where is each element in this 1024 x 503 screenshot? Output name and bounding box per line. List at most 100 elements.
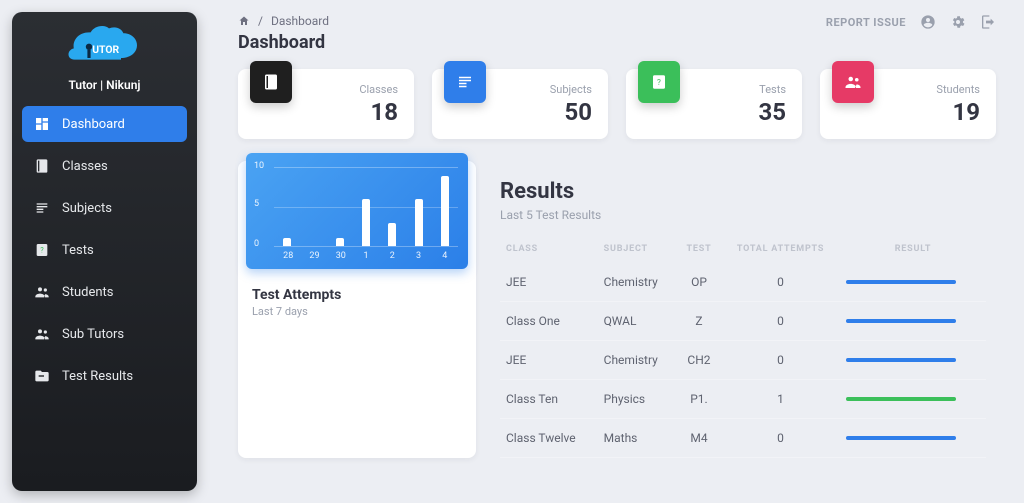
- bar: [441, 176, 449, 246]
- account-icon[interactable]: [920, 14, 936, 30]
- home-icon[interactable]: [238, 15, 250, 27]
- cell-attempts: 0: [721, 419, 840, 458]
- stat-card-students[interactable]: Students19: [820, 69, 996, 139]
- chart-card: 10 5 0 2829301234 Test Attempts Last 7 d…: [238, 161, 476, 458]
- xlabels: 2829301234: [254, 251, 458, 261]
- cell-attempts: 0: [721, 263, 840, 302]
- cell-class: Class Twelve: [500, 419, 598, 458]
- cell-subject: Physics: [598, 380, 677, 419]
- col-subject: SUBJECT: [598, 236, 677, 263]
- table-row[interactable]: Class TenPhysicsP1.1: [500, 380, 986, 419]
- bar: [388, 223, 396, 246]
- bar: [336, 238, 344, 246]
- breadcrumb: / Dashboard: [238, 14, 329, 28]
- sidebar-item-students[interactable]: Students: [22, 274, 187, 310]
- ytick: 0: [254, 239, 259, 249]
- svg-text:UTOR: UTOR: [92, 43, 119, 56]
- cell-class: Class Ten: [500, 380, 598, 419]
- col-test: TEST: [677, 236, 721, 263]
- sidebar-item-label: Sub Tutors: [62, 327, 124, 342]
- svg-text:?: ?: [657, 78, 661, 88]
- topbar: / Dashboard Dashboard REPORT ISSUE: [238, 14, 996, 53]
- logo-block: UTOR Tutor | Nikunj: [12, 26, 197, 92]
- table-row[interactable]: JEEChemistryOP0: [500, 263, 986, 302]
- quiz-icon: ?: [34, 242, 50, 258]
- cell-test: M4: [677, 419, 721, 458]
- svg-text:?: ?: [40, 246, 44, 255]
- group-tile-icon: [832, 61, 874, 103]
- cell-result: [840, 380, 986, 419]
- report-issue-link[interactable]: REPORT ISSUE: [826, 16, 906, 29]
- xtick: 4: [441, 251, 449, 261]
- cell-result: [840, 263, 986, 302]
- table-row[interactable]: Class OneQWALZ0: [500, 302, 986, 341]
- col-class: CLASS: [500, 236, 598, 263]
- table-row[interactable]: Class TwelveMathsM40: [500, 419, 986, 458]
- cell-attempts: 0: [721, 341, 840, 380]
- topbar-actions: REPORT ISSUE: [826, 14, 996, 30]
- logo-icon: UTOR: [63, 26, 147, 74]
- main-content: / Dashboard Dashboard REPORT ISSUE Class…: [210, 0, 1024, 503]
- results-table: CLASS SUBJECT TEST TOTAL ATTEMPTS RESULT…: [500, 236, 986, 458]
- subject-tile-icon: [444, 61, 486, 103]
- subject-icon: [34, 200, 50, 216]
- table-row[interactable]: JEEChemistryCH20: [500, 341, 986, 380]
- cell-subject: Chemistry: [598, 341, 677, 380]
- progress-bar: [846, 280, 956, 284]
- header-left: / Dashboard Dashboard: [238, 14, 329, 53]
- cell-test: Z: [677, 302, 721, 341]
- col-result: RESULT: [840, 236, 986, 263]
- gear-icon[interactable]: [950, 14, 966, 30]
- brand-label: Tutor | Nikunj: [69, 78, 141, 92]
- sidebar-item-dashboard[interactable]: Dashboard: [22, 106, 187, 142]
- table-body: JEEChemistryOP0Class OneQWALZ0JEEChemist…: [500, 263, 986, 458]
- cell-result: [840, 419, 986, 458]
- cell-attempts: 0: [721, 302, 840, 341]
- sidebar-item-label: Students: [62, 285, 114, 300]
- cell-attempts: 1: [721, 380, 840, 419]
- sidebar-item-subjects[interactable]: Subjects: [22, 190, 187, 226]
- stat-card-subjects[interactable]: Subjects50: [432, 69, 608, 139]
- chart-plot: 10 5 0: [254, 167, 458, 247]
- xtick: 2: [388, 251, 396, 261]
- progress-bar: [846, 319, 956, 323]
- ytick: 10: [254, 161, 264, 171]
- page-title: Dashboard: [238, 32, 329, 53]
- cell-result: [840, 302, 986, 341]
- cell-test: OP: [677, 263, 721, 302]
- progress-bar: [846, 397, 956, 401]
- breadcrumb-sep: /: [258, 14, 263, 28]
- cell-result: [840, 341, 986, 380]
- sidebar-item-tests[interactable]: ? Tests: [22, 232, 187, 268]
- progress-bar: [846, 358, 956, 362]
- folder-icon: [34, 368, 50, 384]
- logout-icon[interactable]: [980, 14, 996, 30]
- bar: [283, 238, 291, 246]
- sidebar-item-label: Classes: [62, 159, 108, 174]
- ytick: 5: [254, 199, 259, 209]
- sidebar-item-label: Tests: [62, 243, 94, 258]
- xtick: 1: [362, 251, 370, 261]
- sidebar-item-test-results[interactable]: Test Results: [22, 358, 187, 394]
- book-tile-icon: [250, 61, 292, 103]
- cell-class: Class One: [500, 302, 598, 341]
- progress-bar: [846, 436, 956, 440]
- sidebar-item-label: Subjects: [62, 201, 112, 216]
- xtick: 29: [309, 251, 317, 261]
- bars: [274, 167, 458, 247]
- stat-card-tests[interactable]: ?Tests35: [626, 69, 802, 139]
- sidebar-item-label: Test Results: [62, 369, 133, 384]
- sidebar-item-classes[interactable]: Classes: [22, 148, 187, 184]
- cell-class: JEE: [500, 341, 598, 380]
- col-attempts: TOTAL ATTEMPTS: [721, 236, 840, 263]
- breadcrumb-current: Dashboard: [271, 14, 329, 28]
- sidebar-item-sub-tutors[interactable]: Sub Tutors: [22, 316, 187, 352]
- quiz-tile-icon: ?: [638, 61, 680, 103]
- row-2: 10 5 0 2829301234 Test Attempts Last 7 d…: [238, 161, 996, 458]
- table-header-row: CLASS SUBJECT TEST TOTAL ATTEMPTS RESULT: [500, 236, 986, 263]
- stat-card-classes[interactable]: Classes18: [238, 69, 414, 139]
- chart: 10 5 0 2829301234: [246, 153, 468, 269]
- chart-subtitle: Last 7 days: [252, 305, 462, 318]
- cell-subject: Maths: [598, 419, 677, 458]
- stat-cards: Classes18 Subjects50 ?Tests35 Students19: [238, 69, 996, 139]
